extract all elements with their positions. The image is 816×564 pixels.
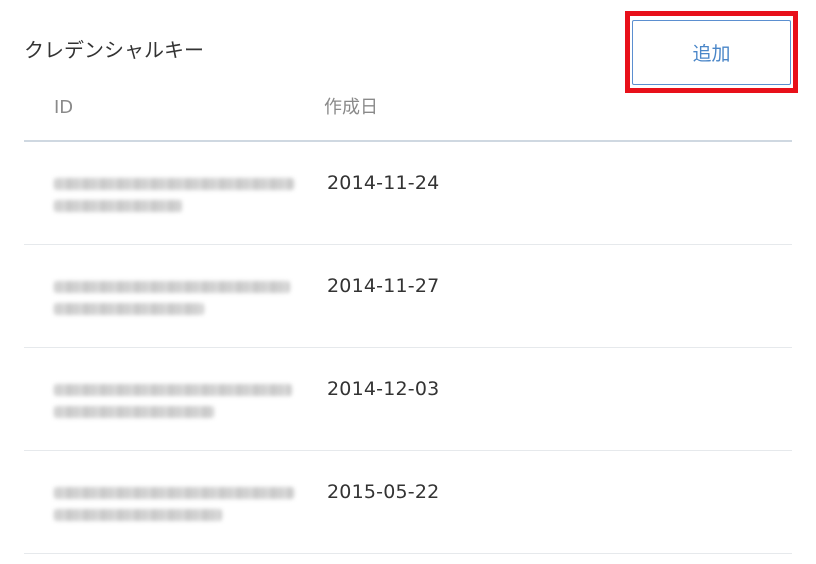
redacted-id	[54, 380, 294, 422]
redacted-id	[54, 277, 294, 319]
redacted-id	[54, 174, 294, 216]
column-header-id: ID	[54, 97, 74, 118]
credential-keys-table: ID 作成日 2014-11-24 2014-11-27 2014-12-03 …	[24, 88, 792, 554]
table-row: 2015-05-22	[24, 451, 792, 554]
created-date: 2014-12-03	[327, 378, 440, 400]
created-date: 2014-11-27	[327, 275, 440, 297]
table-header: ID 作成日	[24, 88, 792, 142]
section-title: クレデンシャルキー	[24, 38, 204, 62]
column-header-created: 作成日	[324, 97, 378, 118]
table-row: 2014-11-27	[24, 245, 792, 348]
created-date: 2014-11-24	[327, 172, 440, 194]
created-date: 2015-05-22	[327, 481, 440, 503]
redacted-id	[54, 483, 294, 525]
table-row: 2014-12-03	[24, 348, 792, 451]
add-button[interactable]: 追加	[632, 20, 791, 85]
table-row: 2014-11-24	[24, 142, 792, 245]
